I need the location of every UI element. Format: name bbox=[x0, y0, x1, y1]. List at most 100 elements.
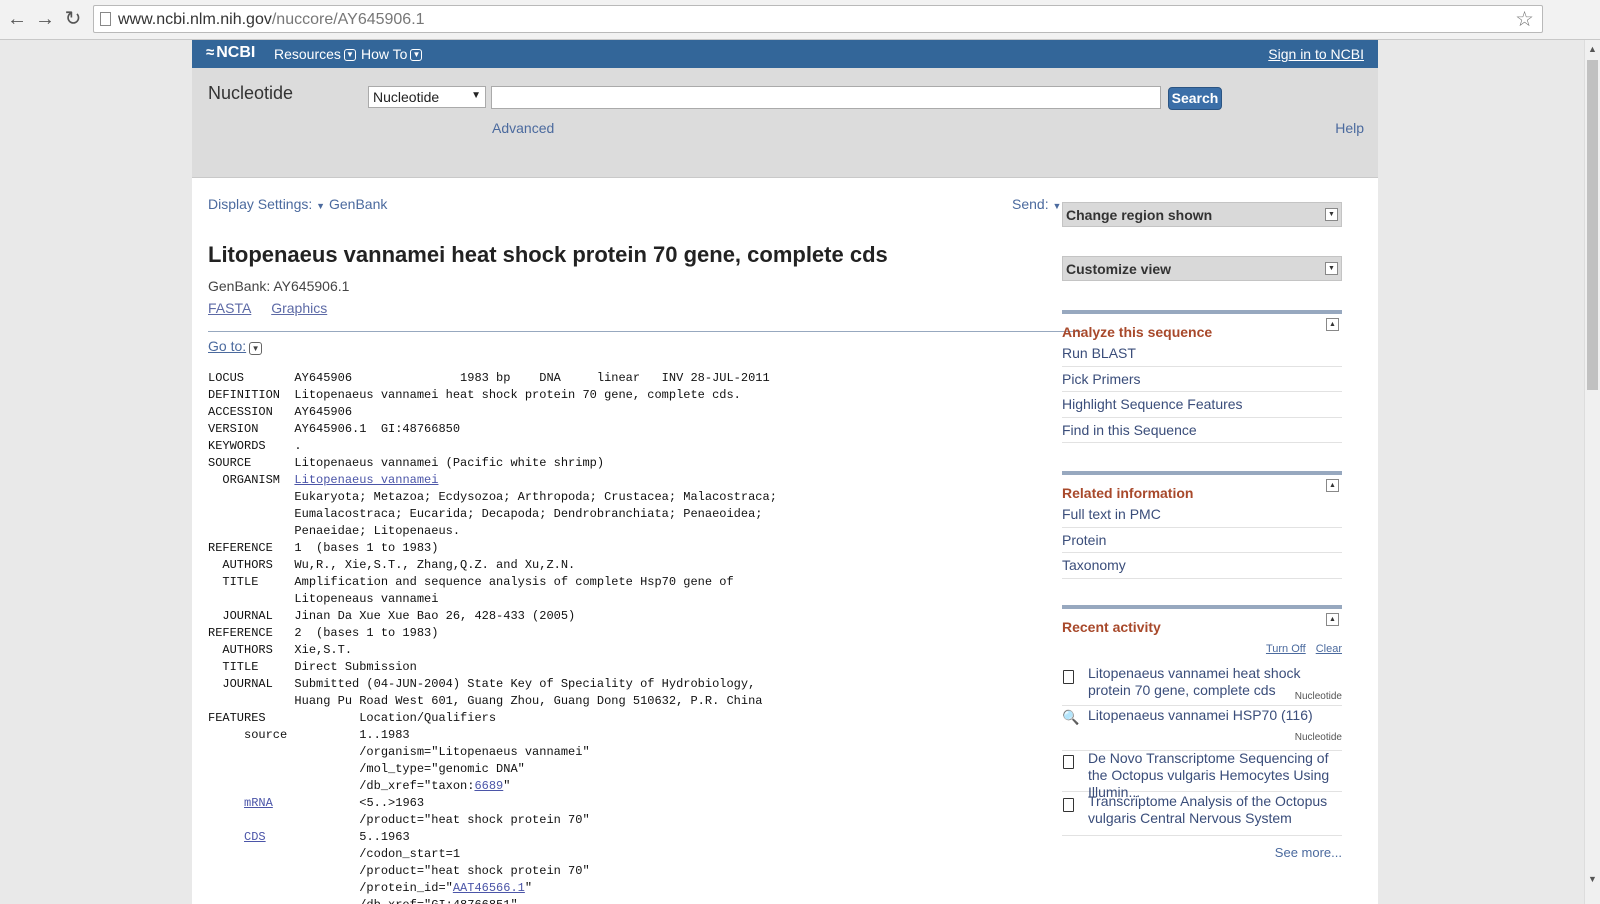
highlight-features-link[interactable]: Highlight Sequence Features bbox=[1062, 392, 1342, 418]
chevron-down-icon: ▼ bbox=[316, 201, 326, 211]
pmc-link[interactable]: Full text in PMC bbox=[1062, 502, 1342, 528]
advanced-search-link[interactable]: Advanced bbox=[492, 120, 554, 136]
collapse-icon[interactable]: ▲ bbox=[1326, 479, 1339, 492]
accession-line: GenBank: AY645906.1 bbox=[208, 278, 350, 294]
ncbi-logo-icon: ≈ bbox=[206, 44, 215, 61]
recent-item[interactable]: Transcriptome Analysis of the Octopus vu… bbox=[1062, 793, 1342, 836]
genbank-line: DEFINITION Litopenaeus vannamei heat sho… bbox=[208, 388, 741, 402]
forward-icon[interactable]: → bbox=[34, 8, 56, 30]
genbank-line: AUTHORS Xie,S.T. bbox=[208, 643, 353, 657]
collapse-icon[interactable]: ▲ bbox=[1326, 318, 1339, 331]
expand-icon[interactable]: ▼ bbox=[1325, 262, 1338, 275]
genbank-line: AUTHORS Wu,R., Xie,S.T., Zhang,Q.Z. and … bbox=[208, 558, 576, 572]
genbank-line: SOURCE Litopenaeus vannamei (Pacific whi… bbox=[208, 456, 605, 470]
reload-icon[interactable]: ↻ bbox=[62, 8, 84, 30]
pick-primers-link[interactable]: Pick Primers bbox=[1062, 367, 1342, 392]
database-title: Nucleotide bbox=[208, 83, 294, 103]
run-blast-link[interactable]: Run BLAST bbox=[1062, 341, 1342, 367]
genbank-line: /product="heat shock protein 70" bbox=[208, 813, 590, 827]
dropdown-arrow-icon: ▼ bbox=[471, 90, 481, 101]
fasta-link[interactable]: FASTA bbox=[208, 300, 251, 316]
genbank-line: /protein_id="AAT46566.1" bbox=[208, 881, 533, 895]
document-icon bbox=[1062, 667, 1076, 684]
search-icon: 🔍 bbox=[1062, 709, 1080, 725]
chevron-down-icon: ▼ bbox=[410, 49, 423, 62]
ncbi-logo[interactable]: ≈ NCBI bbox=[206, 44, 255, 62]
document-icon bbox=[1062, 752, 1076, 769]
genbank-line: /db_xref="GI:48766851" bbox=[208, 897, 777, 904]
scroll-up-icon[interactable]: ▲ bbox=[1588, 44, 1597, 54]
url-text: www.ncbi.nlm.nih.gov/nuccore/AY645906.1 bbox=[118, 11, 425, 28]
change-region-portlet[interactable]: Change region shown ▼ bbox=[1062, 202, 1342, 227]
genbank-line: LOCUS AY645906 1983 bp DNA linear INV 28… bbox=[208, 371, 770, 385]
record-links: FASTA Graphics bbox=[208, 300, 343, 316]
help-link[interactable]: Help bbox=[1335, 120, 1364, 136]
scroll-down-icon[interactable]: ▼ bbox=[1588, 874, 1597, 884]
genbank-line: /product="heat shock protein 70" bbox=[208, 864, 590, 878]
turn-off-link[interactable]: Turn Off bbox=[1266, 643, 1306, 655]
send-menu[interactable]: Send: ▼ bbox=[1012, 196, 1061, 212]
see-more-link[interactable]: See more... bbox=[1275, 845, 1342, 860]
recent-item[interactable]: Litopenaeus vannamei heat shock protein … bbox=[1062, 665, 1342, 706]
genbank-line: ACCESSION AY645906 bbox=[208, 405, 353, 419]
genbank-line: REFERENCE 2 (bases 1 to 1983) bbox=[208, 626, 439, 640]
scroll-thumb[interactable] bbox=[1587, 60, 1598, 390]
genbank-line: FEATURES Location/Qualifiers bbox=[208, 711, 497, 725]
find-in-sequence-link[interactable]: Find in this Sequence bbox=[1062, 418, 1342, 443]
search-bar: Nucleotide Nucleotide ▼ Search Advanced H… bbox=[192, 68, 1378, 178]
genbank-line: TITLE Amplification and sequence analysi… bbox=[208, 575, 734, 589]
analyze-title: Analyze this sequence ▲ bbox=[1062, 314, 1342, 341]
genbank-line: Litopeneaus vannamei bbox=[208, 592, 439, 606]
recent-activity-section: Recent activity ▲ Turn Off Clear Litopenae… bbox=[1062, 605, 1342, 865]
expand-icon[interactable]: ▼ bbox=[1325, 208, 1338, 221]
back-icon[interactable]: ← bbox=[6, 8, 28, 30]
genbank-link[interactable]: CDS bbox=[244, 830, 266, 844]
document-icon bbox=[1062, 795, 1076, 812]
genbank-line: TITLE Direct Submission bbox=[208, 660, 417, 674]
page-scrollbar[interactable]: ▲ ▼ bbox=[1584, 40, 1600, 904]
divider bbox=[208, 331, 1082, 332]
search-input[interactable] bbox=[491, 86, 1161, 109]
genbank-line: KEYWORDS . bbox=[208, 439, 302, 453]
genbank-line: JOURNAL Submitted (04-JUN-2004) State Ke… bbox=[208, 677, 756, 691]
resources-menu[interactable]: Resources ▼ bbox=[274, 46, 356, 62]
genbank-line: Eukaryota; Metazoa; Ecdysozoa; Arthropod… bbox=[208, 490, 777, 504]
analyze-section: Analyze this sequence ▲ Run BLAST Pick Pr… bbox=[1062, 310, 1342, 443]
genbank-line: /db_xref="taxon:6689" bbox=[208, 779, 511, 793]
sign-in-link[interactable]: Sign in to NCBI bbox=[1268, 46, 1364, 62]
recent-activity-title: Recent activity ▲ bbox=[1062, 609, 1342, 636]
chevron-down-icon: ▼ bbox=[343, 49, 356, 62]
goto-menu[interactable]: Go to: ▼ bbox=[208, 338, 263, 355]
genbank-link[interactable]: 6689 bbox=[474, 779, 503, 793]
genbank-line: Huang Pu Road West 601, Guang Zhou, Guan… bbox=[208, 694, 763, 708]
clear-link[interactable]: Clear bbox=[1316, 643, 1342, 655]
collapse-icon[interactable]: ▲ bbox=[1326, 613, 1339, 626]
genbank-link[interactable]: mRNA bbox=[244, 796, 273, 810]
genbank-line: /organism="Litopenaeus vannamei" bbox=[208, 745, 590, 759]
genbank-line: Eumalacostraca; Eucarida; Decapoda; Dend… bbox=[208, 507, 763, 521]
genbank-line: Penaeidae; Litopenaeus. bbox=[208, 524, 461, 538]
chevron-down-icon: ▼ bbox=[1052, 201, 1062, 211]
bookmark-star-icon[interactable]: ☆ bbox=[1515, 7, 1534, 32]
howto-menu[interactable]: How To ▼ bbox=[361, 46, 423, 62]
genbank-line: JOURNAL Jinan Da Xue Xue Bao 26, 428-433… bbox=[208, 609, 576, 623]
genbank-link[interactable]: Litopenaeus vannamei bbox=[294, 473, 438, 487]
protein-link[interactable]: Protein bbox=[1062, 528, 1342, 553]
genbank-line: /mol_type="genomic DNA" bbox=[208, 762, 525, 776]
recent-item[interactable]: 🔍 Litopenaeus vannamei HSP70 (116) Nucle… bbox=[1062, 707, 1342, 751]
recent-item[interactable]: De Novo Transcriptome Sequencing of the … bbox=[1062, 750, 1342, 800]
related-section: Related information ▲ Full text in PMC Pr… bbox=[1062, 471, 1342, 579]
genbank-line: REFERENCE 1 (bases 1 to 1983) bbox=[208, 541, 439, 555]
customize-view-portlet[interactable]: Customize view ▼ bbox=[1062, 256, 1342, 281]
related-title: Related information ▲ bbox=[1062, 475, 1342, 502]
address-bar[interactable]: www.ncbi.nlm.nih.gov/nuccore/AY645906.1 … bbox=[93, 5, 1543, 33]
graphics-link[interactable]: Graphics bbox=[271, 300, 327, 316]
database-select[interactable]: Nucleotide ▼ bbox=[368, 86, 486, 108]
taxonomy-link[interactable]: Taxonomy bbox=[1062, 553, 1342, 579]
display-settings[interactable]: Display Settings: ▼ GenBank bbox=[208, 196, 387, 212]
page-icon bbox=[100, 12, 111, 26]
ncbi-page: ≈ NCBI Resources ▼ How To ▼ Sign in to NCBI… bbox=[192, 40, 1378, 904]
search-button[interactable]: Search bbox=[1168, 87, 1222, 110]
genbank-link[interactable]: AAT46566.1 bbox=[453, 881, 525, 895]
genbank-line: VERSION AY645906.1 GI:48766850 bbox=[208, 422, 461, 436]
